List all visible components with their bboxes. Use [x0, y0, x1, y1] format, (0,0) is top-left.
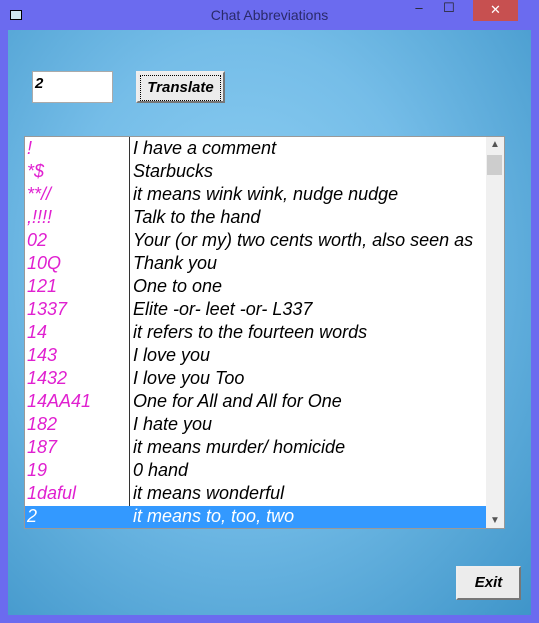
list-item[interactable]: *$ Starbucks: [25, 161, 486, 184]
title-bar[interactable]: Chat Abbreviations – ☐ ✕: [0, 0, 539, 30]
abbreviation: 143: [27, 345, 58, 365]
abbreviation: 187: [27, 437, 58, 457]
list-item[interactable]: ,!!!! Talk to the hand: [25, 207, 486, 230]
list-item[interactable]: 1337 Elite -or- leet -or- L337: [25, 299, 486, 322]
translate-button[interactable]: Translate: [136, 71, 225, 103]
list-item[interactable]: 14 it refers to the fourteen words: [25, 322, 486, 345]
abbreviation: 14AA41: [27, 391, 92, 411]
vertical-scrollbar[interactable]: ▲ ▼: [486, 137, 504, 528]
abbreviation: 10Q: [27, 253, 62, 273]
list-item[interactable]: ! I have a comment: [25, 138, 486, 161]
abbreviation: 1daful: [27, 483, 77, 503]
meaning: 0 hand: [133, 460, 189, 480]
scroll-up-icon[interactable]: ▲: [486, 139, 504, 150]
list-item[interactable]: 2 it means to, too, two: [25, 506, 486, 528]
abbreviation: 1337: [27, 299, 68, 319]
exit-button[interactable]: Exit: [456, 566, 521, 600]
list-item[interactable]: **// it means wink wink, nudge nudge: [25, 184, 486, 207]
scroll-down-icon[interactable]: ▼: [486, 515, 504, 526]
abbreviation: ,!!!!: [27, 207, 53, 227]
abbreviation-list[interactable]: ! I have a comment *$ Starbucks **// it means…: [24, 136, 505, 529]
meaning: it means wink wink, nudge nudge: [133, 184, 399, 204]
meaning: it means murder/ homicide: [133, 437, 346, 457]
list-item[interactable]: 187 it means murder/ homicide: [25, 437, 486, 460]
maximize-button[interactable]: ☐: [435, 0, 463, 21]
meaning: Thank you: [133, 253, 218, 273]
meaning: I have a comment: [133, 138, 277, 158]
abbreviation: 02: [27, 230, 48, 250]
close-button[interactable]: ✕: [473, 0, 518, 21]
list-item[interactable]: 1daful it means wonderful: [25, 483, 486, 506]
abbreviation: !: [27, 138, 33, 158]
meaning: I love you: [133, 345, 211, 365]
meaning: Talk to the hand: [133, 207, 261, 227]
abbreviation: 182: [27, 414, 58, 434]
meaning: it refers to the fourteen words: [133, 322, 368, 342]
abbreviation-input[interactable]: 2: [32, 71, 113, 103]
meaning: One to one: [133, 276, 223, 296]
list-item[interactable]: 143 I love you: [25, 345, 486, 368]
meaning: Your (or my) two cents worth, also seen …: [133, 230, 474, 250]
list-item[interactable]: 19 0 hand: [25, 460, 486, 483]
scroll-thumb[interactable]: [487, 155, 502, 175]
meaning: Elite -or- leet -or- L337: [133, 299, 313, 319]
translate-label: Translate: [140, 75, 221, 101]
list-item[interactable]: 182 I hate you: [25, 414, 486, 437]
abbreviation: 2: [27, 506, 38, 526]
abbreviation: 1432: [27, 368, 68, 388]
list-item[interactable]: 121 One to one: [25, 276, 486, 299]
meaning: I hate you: [133, 414, 213, 434]
abbreviation: 14: [27, 322, 48, 342]
list-item[interactable]: 1432 I love you Too: [25, 368, 486, 391]
abbreviation: *$: [27, 161, 45, 181]
abbreviation: 121: [27, 276, 58, 296]
meaning: Starbucks: [133, 161, 214, 181]
meaning: I love you Too: [133, 368, 245, 388]
meaning: it means to, too, two: [133, 506, 295, 526]
list-item[interactable]: 10Q Thank you: [25, 253, 486, 276]
abbreviation: 19: [27, 460, 48, 480]
minimize-button[interactable]: –: [405, 0, 433, 21]
abbreviation: **//: [27, 184, 52, 204]
list-item[interactable]: 14AA41 One for All and All for One: [25, 391, 486, 414]
list-item[interactable]: 02 Your (or my) two cents worth, also see…: [25, 230, 486, 253]
meaning: One for All and All for One: [133, 391, 342, 411]
meaning: it means wonderful: [133, 483, 285, 503]
